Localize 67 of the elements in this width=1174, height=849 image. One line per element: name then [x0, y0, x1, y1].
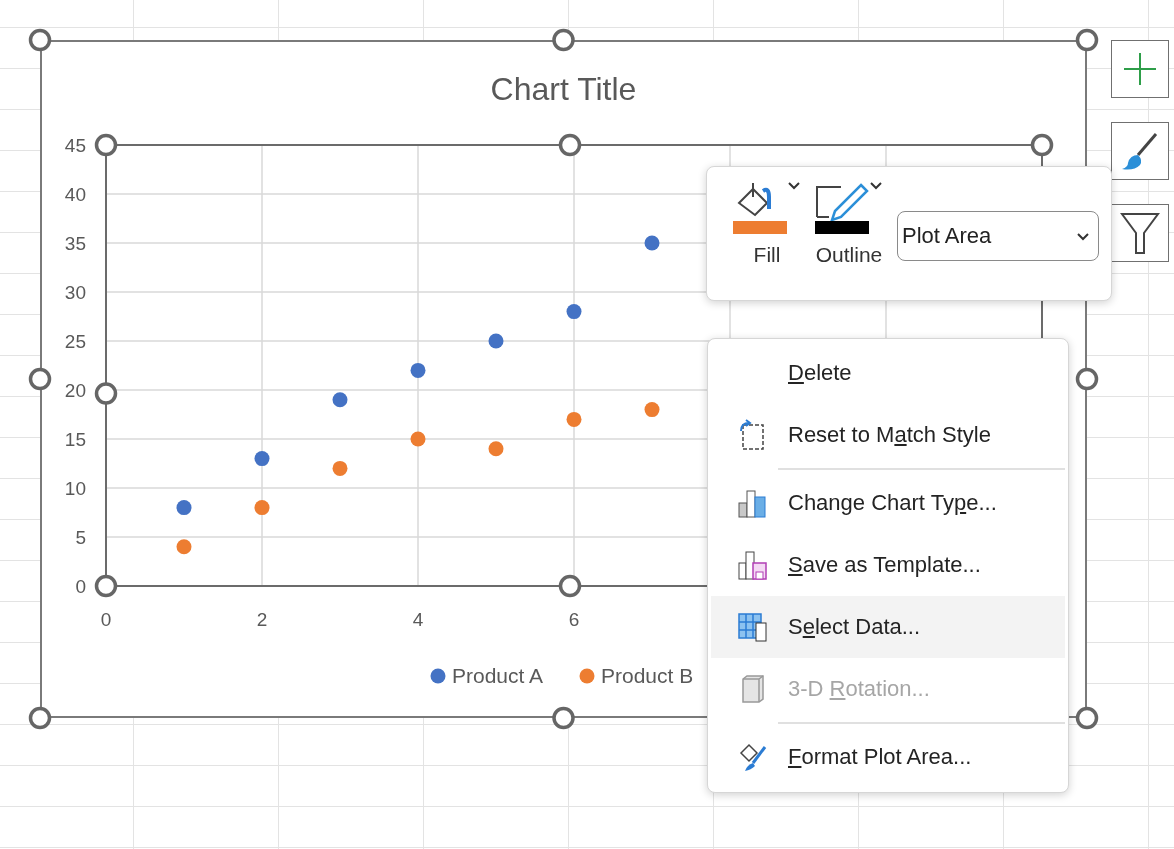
axis-tick-label: 20 [64, 380, 86, 401]
resize-handle[interactable] [552, 28, 575, 52]
fill-button[interactable]: Fill [733, 181, 801, 267]
data-point [176, 500, 192, 516]
resize-handle[interactable] [1075, 28, 1099, 52]
menu-item[interactable]: Reset to Match Style [711, 404, 1065, 466]
chart-style-button[interactable] [1111, 122, 1169, 180]
data-point [176, 539, 192, 555]
data-point [644, 402, 660, 418]
resize-handle[interactable] [1075, 367, 1099, 391]
resize-handle[interactable] [94, 133, 118, 157]
data-point [410, 431, 426, 447]
chart-filter-button[interactable] [1111, 204, 1169, 262]
data-point [332, 460, 348, 476]
chart-title: Chart Title [490, 71, 637, 107]
data-point [254, 451, 270, 467]
plus-icon [1123, 52, 1157, 86]
menu-item[interactable]: Delete [711, 342, 1065, 404]
resize-handle[interactable] [28, 367, 52, 391]
data-point [566, 411, 582, 427]
axis-tick-label: 35 [64, 233, 86, 254]
resize-handle[interactable] [94, 382, 118, 405]
axis-tick-label: 4 [412, 609, 424, 630]
axis-tick-label: 45 [64, 135, 86, 156]
resize-handle[interactable] [552, 706, 575, 730]
add-element-button[interactable] [1111, 40, 1169, 98]
chart-save-icon [737, 549, 769, 581]
resize-handle[interactable] [1075, 706, 1099, 730]
menu-item[interactable]: Select Data... [711, 596, 1065, 658]
axis-tick-label: 0 [100, 609, 112, 630]
axis-tick-label: 5 [75, 527, 86, 548]
axis-tick-label: 0 [75, 576, 86, 597]
caret-icon [1076, 231, 1090, 241]
element-dropdown[interactable]: Plot Area [897, 211, 1099, 261]
data-point [410, 362, 426, 378]
resize-handle[interactable] [1030, 133, 1054, 157]
resize-handle[interactable] [28, 706, 52, 730]
funnel-icon [1120, 211, 1160, 255]
data-point [488, 441, 504, 457]
resize-handle[interactable] [558, 574, 582, 598]
menu-item[interactable]: Change Chart Type... [711, 472, 1065, 534]
format-brush-icon [737, 741, 769, 773]
caret-icon [787, 181, 801, 190]
resize-handle[interactable] [94, 574, 118, 598]
axis-tick-label: 15 [64, 429, 86, 450]
legend-label: Product A [452, 664, 544, 687]
caret-icon [869, 181, 883, 190]
bar-chart-icon [737, 487, 769, 519]
outline-button[interactable]: Outline [815, 181, 883, 267]
axis-tick-label: 25 [64, 331, 86, 352]
axis-tick-label: 2 [256, 609, 268, 630]
data-point [488, 333, 504, 349]
data-point [644, 235, 660, 251]
legend-label: Product B [601, 664, 694, 687]
data-point [254, 500, 270, 516]
axis-tick-label: 6 [568, 609, 580, 630]
axis-tick-label: 30 [64, 282, 86, 303]
brush-icon [1120, 131, 1160, 171]
axis-tick-label: 10 [64, 478, 86, 499]
resize-handle[interactable] [28, 28, 52, 52]
resize-handle[interactable] [558, 133, 582, 157]
data-point [566, 304, 582, 320]
data-grid-icon [737, 611, 769, 643]
data-point [332, 392, 348, 408]
menu-item[interactable]: Format Plot Area... [711, 726, 1065, 788]
menu-item[interactable]: Save as Template... [711, 534, 1065, 596]
axis-tick-label: 40 [64, 184, 86, 205]
